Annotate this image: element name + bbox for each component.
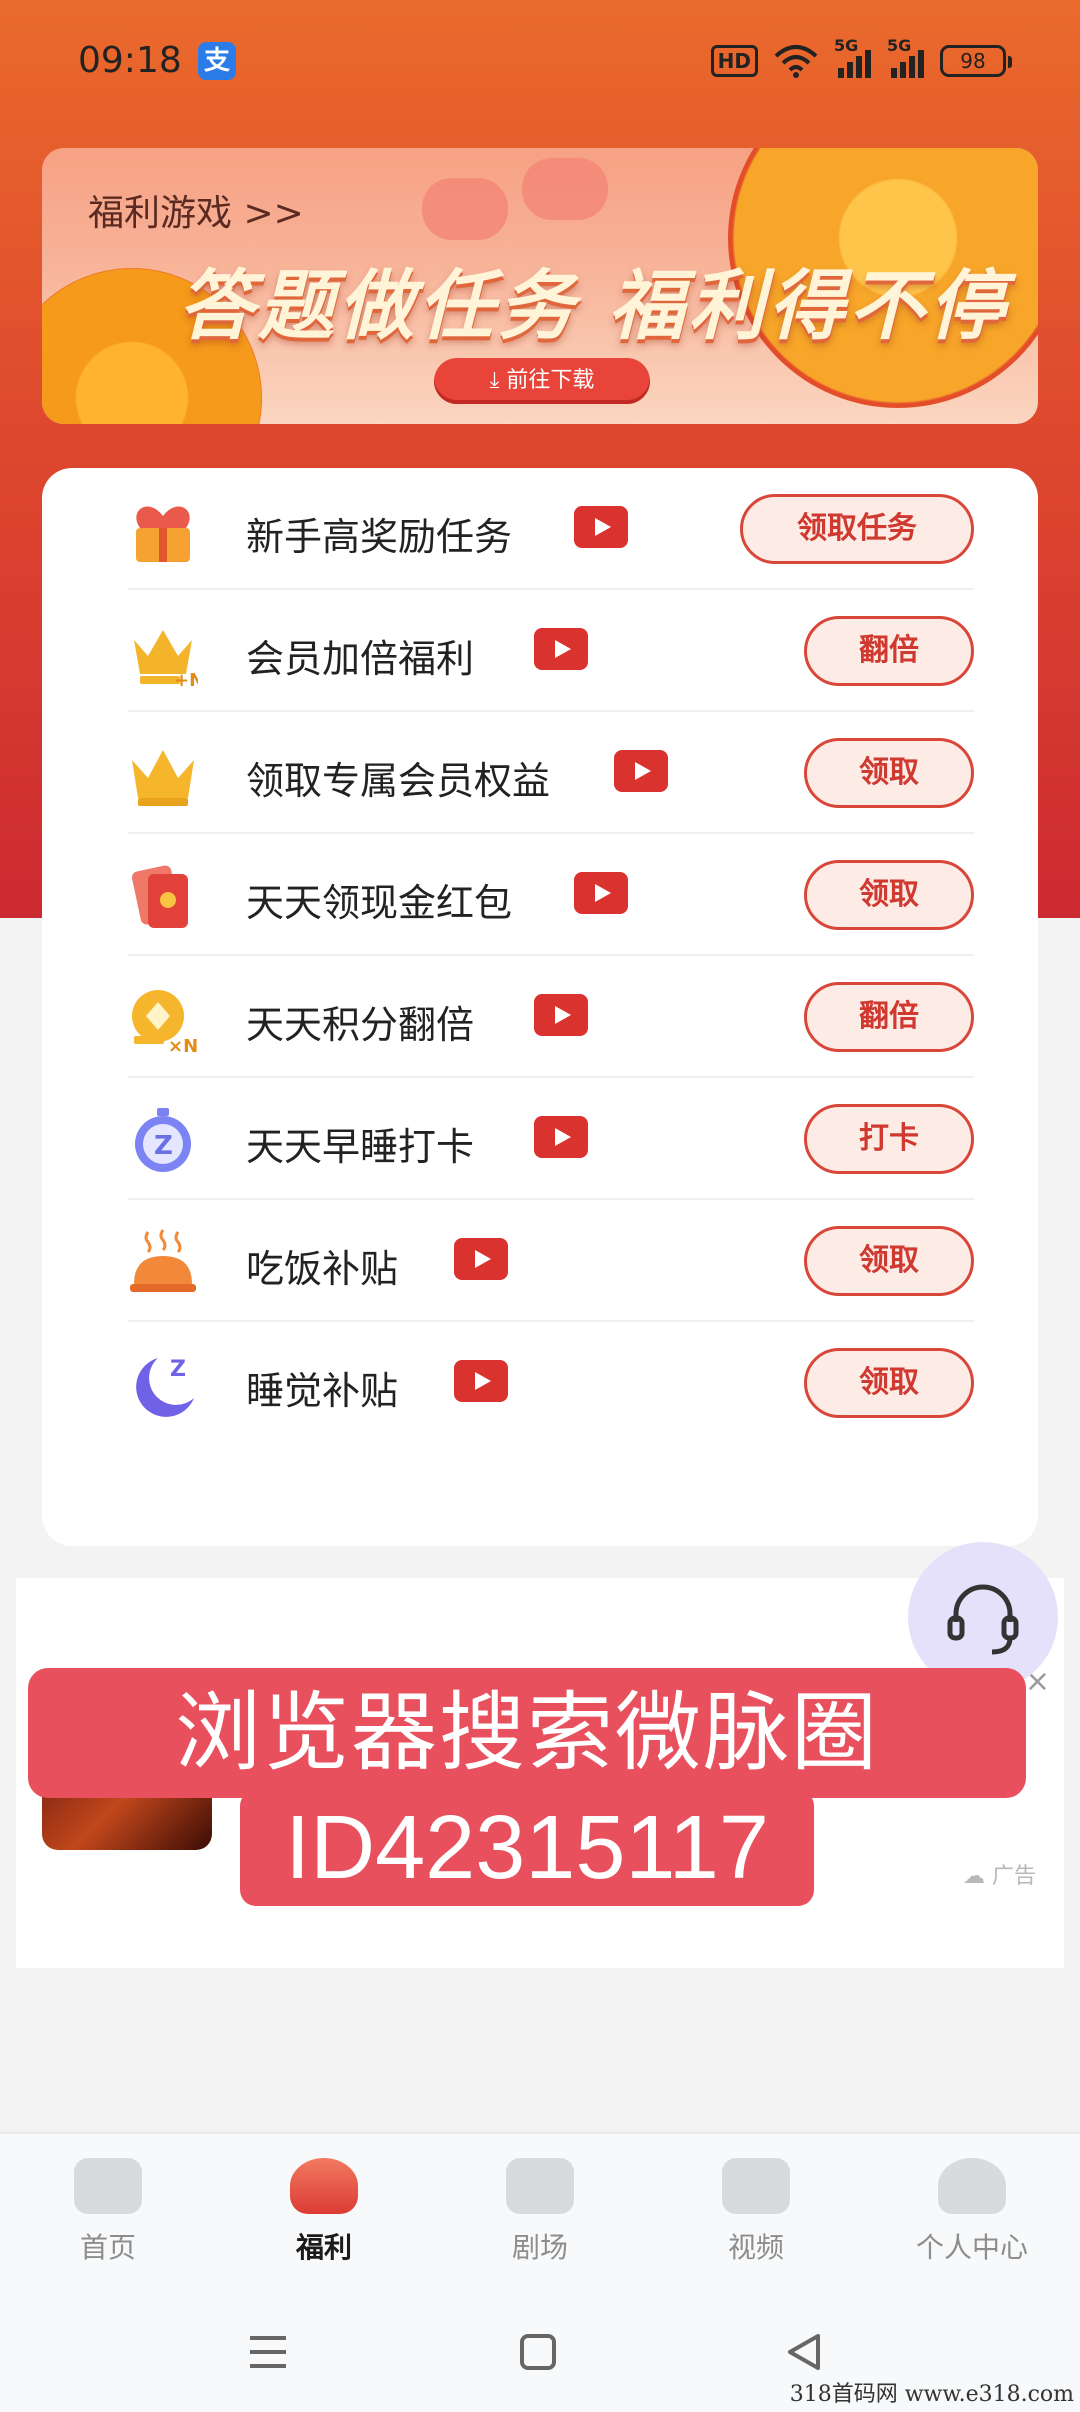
alarm-clock-icon: Z: [135, 1108, 191, 1172]
task-name: 会员加倍福利: [246, 637, 475, 681]
task-name: 新手高奖励任务: [246, 515, 513, 559]
banner-link[interactable]: 福利游戏 >>: [88, 184, 304, 236]
tab-profile[interactable]: 个人中心: [864, 2134, 1080, 2284]
video-play-icon: [454, 1238, 508, 1280]
task-name: 吃饭补贴: [246, 1247, 399, 1291]
profile-icon: [938, 2158, 1006, 2214]
task-action-button[interactable]: 翻倍: [804, 982, 974, 1052]
crown-icon: [132, 750, 194, 806]
task-row: Z 睡觉补贴 领取: [128, 1322, 974, 1444]
signal-icon: 5G: [834, 36, 871, 78]
task-action-button[interactable]: 打卡: [804, 1104, 974, 1174]
gift-heart-icon: [136, 506, 190, 562]
task-card: 新手高奖励任务 领取任务 +N 会员加倍福利 翻倍 领取专属会员权益 领取 天天…: [42, 468, 1038, 1546]
moon-sleep-icon: Z: [136, 1357, 194, 1417]
video-play-icon: [574, 506, 628, 548]
task-row: +N 会员加倍福利 翻倍: [128, 590, 974, 712]
watermark-overlay-line1: 浏览器搜索微脉圈: [28, 1668, 1026, 1798]
crown-multiplier-icon: +N: [134, 630, 198, 688]
task-row: ×N 天天积分翻倍 翻倍: [128, 956, 974, 1078]
watermark-overlay-line2: ID42315117: [240, 1790, 814, 1906]
tab-label: 首页: [79, 2231, 136, 2264]
task-name: 天天领现金红包: [246, 881, 513, 925]
download-button[interactable]: ⤓ 前往下载: [434, 358, 650, 404]
money-bag-icon: [290, 2158, 358, 2214]
red-envelope-icon: [131, 865, 188, 928]
svg-text:+N: +N: [174, 670, 198, 688]
video-camera-icon: [722, 2158, 790, 2214]
wifi-icon: [774, 45, 818, 78]
battery-icon: 98: [940, 45, 1012, 77]
points-multiplier-icon: ×N: [132, 990, 198, 1054]
back-triangle-icon[interactable]: [774, 2322, 834, 2382]
menu-icon[interactable]: [238, 2322, 298, 2382]
task-row: 天天领现金红包 领取: [128, 834, 974, 956]
tab-theater[interactable]: 剧场: [432, 2134, 648, 2284]
download-button-label: 前往下载: [506, 368, 595, 393]
hd-voice-icon: HD: [710, 45, 758, 77]
status-indicators: HD 5G 5G 98: [710, 36, 1012, 78]
task-row: Z 天天早睡打卡 打卡: [128, 1078, 974, 1200]
video-play-icon: [614, 750, 668, 792]
task-name: 天天积分翻倍: [246, 1003, 475, 1047]
ad-label: ☁ 广告: [962, 1864, 1036, 1889]
bottom-tab-bar: 首页 福利 剧场 视频 个人中心: [0, 2132, 1080, 2282]
alipay-icon: 支: [198, 42, 236, 80]
gamepad-icon: [522, 158, 608, 220]
tab-label: 福利: [295, 2231, 352, 2264]
theater-icon: [506, 2158, 574, 2214]
home-square-icon[interactable]: [508, 2322, 568, 2382]
tab-home[interactable]: 首页: [0, 2134, 216, 2284]
task-name: 天天早睡打卡: [246, 1125, 475, 1169]
task-row: 吃饭补贴 领取: [128, 1200, 974, 1322]
task-action-button[interactable]: 翻倍: [804, 616, 974, 686]
video-play-icon: [534, 1116, 588, 1158]
promo-banner[interactable]: 福利游戏 >> 答题做任务 福利得不停 ⤓ 前往下载: [42, 148, 1038, 424]
video-play-icon: [534, 994, 588, 1036]
svg-text:Z: Z: [154, 1131, 173, 1161]
video-play-icon: [574, 872, 628, 914]
status-bar: 09:18 支 HD 5G 5G 98: [0, 0, 1080, 130]
tab-welfare[interactable]: 福利: [216, 2134, 432, 2284]
tab-label: 个人中心: [915, 2231, 1028, 2264]
task-action-button[interactable]: 领取: [804, 860, 974, 930]
download-icon: ⤓: [489, 368, 507, 393]
tab-video[interactable]: 视频: [648, 2134, 864, 2284]
tab-label: 视频: [727, 2231, 784, 2264]
tab-label: 剧场: [511, 2231, 568, 2264]
task-action-button[interactable]: 领取: [804, 1226, 974, 1296]
home-icon: [74, 2158, 142, 2214]
task-action-button[interactable]: 领取任务: [740, 494, 974, 564]
video-play-icon: [454, 1360, 508, 1402]
signal-icon: 5G: [887, 36, 924, 78]
task-row: 新手高奖励任务 领取任务: [128, 468, 974, 590]
site-watermark: 318首码网 www.e318.com: [789, 2382, 1074, 2407]
video-play-icon: [534, 628, 588, 670]
task-name: 睡觉补贴: [246, 1369, 399, 1413]
task-row: 领取专属会员权益 领取: [128, 712, 974, 834]
status-time: 09:18: [78, 40, 182, 81]
svg-text:×N: ×N: [168, 1036, 198, 1054]
task-action-button[interactable]: 领取: [804, 738, 974, 808]
svg-text:Z: Z: [170, 1357, 186, 1382]
system-nav-bar: 318首码网 www.e318.com: [0, 2282, 1080, 2412]
gamepad-icon: [422, 178, 508, 240]
task-action-button[interactable]: 领取: [804, 1348, 974, 1418]
banner-headline: 答题做任务 福利得不停: [178, 261, 1009, 350]
food-cloche-icon: [130, 1229, 196, 1292]
task-name: 领取专属会员权益: [246, 759, 551, 803]
